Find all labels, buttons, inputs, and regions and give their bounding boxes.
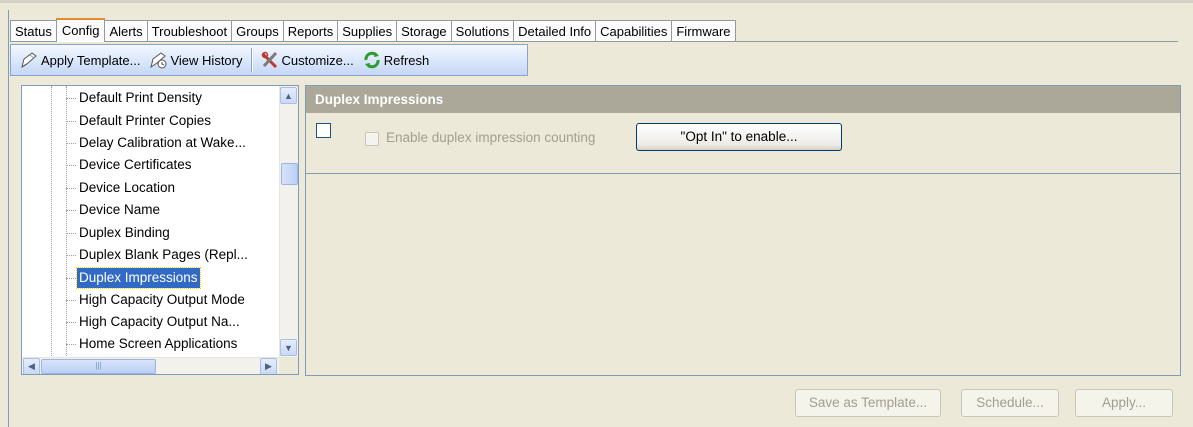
tree-item[interactable]: Delay Calibration at Wake... xyxy=(77,133,248,153)
apply-template-icon xyxy=(19,50,39,70)
scroll-up-icon[interactable]: ▲ xyxy=(280,87,297,104)
apply-template-button[interactable]: Apply Template... xyxy=(15,48,144,72)
tree-item[interactable]: Device Name xyxy=(77,200,162,220)
tab-troubleshoot[interactable]: Troubleshoot xyxy=(146,20,233,42)
tools-icon xyxy=(260,50,280,70)
tree-connector xyxy=(66,344,76,345)
tree-items: Default Print Density Default Printer Co… xyxy=(22,86,280,358)
tab-capabilities[interactable]: Capabilities xyxy=(595,20,673,42)
tree-connector xyxy=(66,278,76,279)
save-as-template-button[interactable]: Save as Template... xyxy=(795,389,941,417)
tree-item[interactable]: Duplex Blank Pages (Repl... xyxy=(77,245,250,265)
tab-storage[interactable]: Storage xyxy=(396,20,452,42)
scroll-right-icon[interactable]: ▶ xyxy=(260,358,277,374)
customize-label: Customize... xyxy=(281,52,354,68)
toolbar-separator xyxy=(250,48,252,72)
panel-divider xyxy=(306,173,1180,174)
tab-supplies[interactable]: Supplies xyxy=(337,20,398,42)
apply-button[interactable]: Apply... xyxy=(1075,389,1173,417)
tree-connector xyxy=(66,121,76,122)
tree-item[interactable]: Duplex Binding xyxy=(77,223,172,243)
settings-tree[interactable]: Default Print Density Default Printer Co… xyxy=(21,85,299,375)
tree-connector xyxy=(66,210,76,211)
scroll-thumb-vertical[interactable] xyxy=(281,163,298,185)
view-history-button[interactable]: View History xyxy=(144,48,246,72)
tree-connector xyxy=(66,98,76,99)
tab-reports[interactable]: Reports xyxy=(282,20,339,42)
tab-detailed-info[interactable]: Detailed Info xyxy=(513,20,597,42)
tree-item-selected[interactable]: Duplex Impressions xyxy=(76,267,201,289)
tree-connector xyxy=(66,143,76,144)
scroll-left-icon[interactable]: ◀ xyxy=(23,358,40,374)
refresh-label: Refresh xyxy=(383,52,430,68)
enable-duplex-counting-checkbox xyxy=(365,132,379,146)
tree-connector xyxy=(51,86,52,358)
scrollbar-corner xyxy=(279,357,298,374)
settings-panel: Duplex Impressions Enable duplex impress… xyxy=(305,85,1181,376)
window-top-border xyxy=(0,0,1193,3)
panel-title: Duplex Impressions xyxy=(306,86,1180,113)
tree-connector xyxy=(66,188,76,189)
tab-alerts[interactable]: Alerts xyxy=(104,20,148,42)
tree-connector xyxy=(66,165,76,166)
tree-connector xyxy=(66,255,76,256)
customize-button[interactable]: Customize... xyxy=(256,48,358,72)
refresh-button[interactable]: Refresh xyxy=(358,48,434,72)
tree-connector xyxy=(66,300,76,301)
tree-item[interactable]: High Capacity Output Na... xyxy=(77,312,242,332)
tab-baseline xyxy=(10,41,1178,42)
schedule-button[interactable]: Schedule... xyxy=(961,389,1059,417)
tab-status[interactable]: Status xyxy=(10,20,57,42)
tab-solutions[interactable]: Solutions xyxy=(450,20,515,42)
apply-template-label: Apply Template... xyxy=(41,52,141,68)
tab-config[interactable]: Config xyxy=(55,18,106,42)
tree-item[interactable]: Default Printer Copies xyxy=(77,111,213,131)
toolbar: Apply Template... View History Customize… xyxy=(10,44,528,76)
tree-connector xyxy=(66,86,67,358)
tab-groups[interactable]: Groups xyxy=(231,20,284,42)
tree-item[interactable]: Device Certificates xyxy=(77,155,194,175)
tree-connector xyxy=(66,233,76,234)
refresh-icon xyxy=(362,50,382,70)
scroll-thumb-horizontal[interactable]: ||| xyxy=(41,359,156,374)
tree-connector xyxy=(66,322,76,323)
tab-firmware[interactable]: Firmware xyxy=(671,20,736,42)
enable-duplex-counting-label: Enable duplex impression counting xyxy=(386,130,596,145)
view-history-label: View History xyxy=(170,52,243,68)
tree-item[interactable]: Device Location xyxy=(77,178,177,198)
tree-horizontal-scrollbar[interactable]: ◀ ||| ▶ xyxy=(22,357,280,374)
tree-item[interactable]: Home Screen Applications xyxy=(77,334,239,354)
tree-item[interactable]: High Capacity Output Mode xyxy=(77,290,247,310)
tree-item[interactable]: Default Print Density xyxy=(77,88,204,108)
tree-vertical-scrollbar[interactable]: ▲ ▼ xyxy=(279,86,298,358)
scroll-down-icon[interactable]: ▼ xyxy=(280,339,297,356)
tab-strip: Status Config Alerts Troubleshoot Groups… xyxy=(10,18,736,42)
view-history-icon xyxy=(148,50,168,70)
opt-in-button[interactable]: "Opt In" to enable... xyxy=(636,123,842,151)
select-setting-checkbox[interactable] xyxy=(316,123,331,138)
